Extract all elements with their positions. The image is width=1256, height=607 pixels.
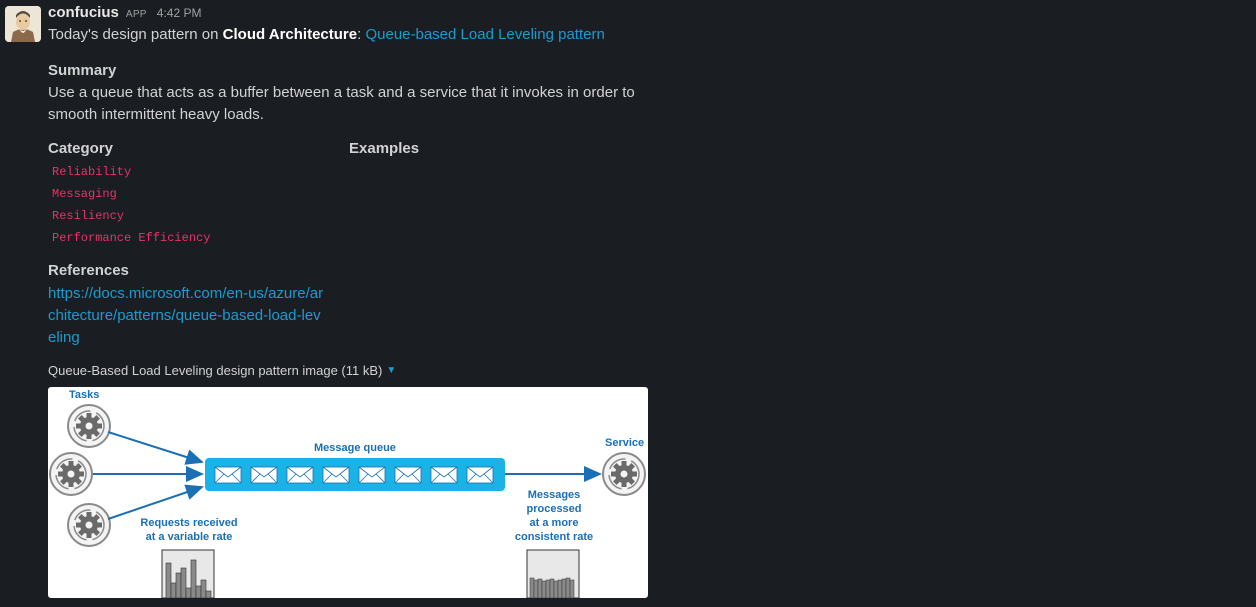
- slack-message: confucius APP 4:42 PM Today's design pat…: [0, 0, 1256, 607]
- category-title: Category: [48, 140, 114, 157]
- envelope-icon: [250, 466, 278, 484]
- consistent-rate-histogram-icon: [526, 549, 580, 598]
- caret-down-icon[interactable]: ▼: [386, 365, 396, 376]
- intro-bold: Cloud Architecture: [222, 26, 358, 43]
- service-gear-icon: [602, 452, 646, 496]
- intro-text: Today's design pattern on: [48, 26, 223, 43]
- arrow-line: [107, 431, 204, 465]
- pattern-link[interactable]: Queue-based Load Leveling pattern: [365, 26, 604, 43]
- envelope-icon: [214, 466, 242, 484]
- variable-rate-histogram-icon: [161, 549, 215, 598]
- app-badge: APP: [125, 9, 147, 20]
- processed-label: Messages: [528, 489, 581, 501]
- summary-text: Use a queue that acts as a buffer betwee…: [48, 84, 635, 123]
- envelope-icon: [394, 466, 422, 484]
- queue-label: Message queue: [314, 442, 396, 454]
- category-list: Reliability Messaging Resiliency Perform…: [52, 163, 210, 251]
- message-header: confucius APP 4:42 PM: [48, 4, 201, 24]
- processed-label: consistent rate: [515, 531, 593, 543]
- processed-label: at a more: [530, 517, 579, 529]
- category-item: Messaging: [52, 187, 117, 201]
- diagram-image[interactable]: Tasks Message queue Service Requests rec…: [48, 387, 648, 598]
- category-item: Performance Efficiency: [52, 231, 211, 245]
- requests-label: at a variable rate: [146, 531, 233, 543]
- message-queue-box: [205, 458, 505, 491]
- examples-title: Examples: [349, 140, 420, 157]
- processed-label: processed: [526, 503, 581, 515]
- task-gear-icon: [67, 404, 111, 448]
- envelope-icon: [430, 466, 458, 484]
- attachment-caption-text[interactable]: Queue-Based Load Leveling design pattern…: [48, 363, 382, 378]
- envelope-icon: [322, 466, 350, 484]
- timestamp[interactable]: 4:42 PM: [157, 6, 202, 20]
- sender-name[interactable]: confucius: [48, 4, 119, 21]
- task-gear-icon: [49, 452, 93, 496]
- category-item: Resiliency: [52, 209, 125, 223]
- envelope-icon: [286, 466, 314, 484]
- references-body: https://docs.microsoft.com/en-us/azure/a…: [48, 283, 328, 349]
- requests-label: Requests received: [140, 517, 237, 529]
- confucius-avatar-icon: [5, 6, 41, 42]
- intro-line: Today's design pattern on Cloud Architec…: [48, 26, 605, 43]
- avatar[interactable]: [5, 6, 41, 42]
- queue-diagram: Tasks Message queue Service Requests rec…: [49, 389, 646, 598]
- service-label: Service: [605, 437, 644, 449]
- category-item: Reliability: [52, 165, 132, 179]
- references-title: References: [48, 262, 129, 279]
- envelope-icon: [466, 466, 494, 484]
- task-gear-icon: [67, 503, 111, 547]
- arrow-line: [107, 484, 204, 520]
- envelope-icon: [358, 466, 386, 484]
- summary-title: Summary: [48, 62, 117, 79]
- attachment-caption: Queue-Based Load Leveling design pattern…: [48, 363, 396, 378]
- tasks-label: Tasks: [69, 389, 99, 401]
- reference-link[interactable]: https://docs.microsoft.com/en-us/azure/a…: [48, 285, 323, 346]
